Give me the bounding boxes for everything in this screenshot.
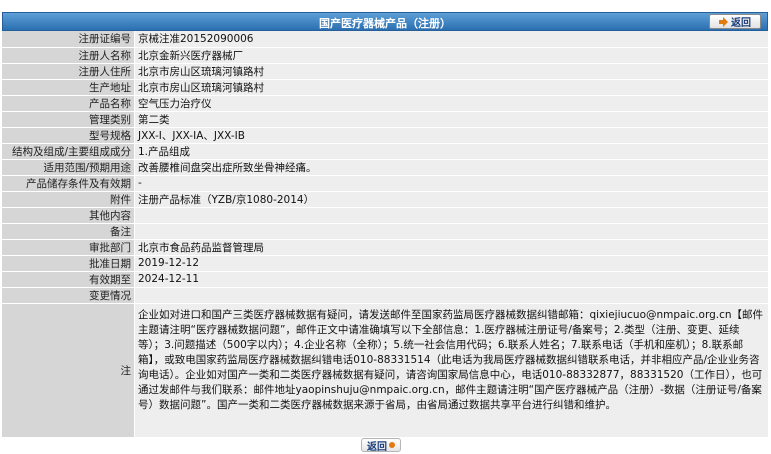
back-button-top-label: 返回 (731, 18, 751, 29)
table-row: 产品名称 空气压力治疗仪 (2, 95, 768, 112)
back-button-top[interactable]: 返回 (709, 14, 761, 29)
field-value: 北京金新兴医疗器械厂 (134, 47, 768, 64)
field-label: 管理类别 (2, 111, 135, 128)
field-label: 其他内容 (2, 207, 135, 224)
field-value: 注册产品标准（YZB/京1080-2014） (134, 191, 768, 208)
field-label: 产品名称 (2, 95, 135, 112)
table-row: 附件 注册产品标准（YZB/京1080-2014） (2, 191, 768, 208)
back-button-bottom[interactable]: 返回 (361, 438, 401, 453)
table-row: 注册人名称 北京金新兴医疗器械厂 (2, 47, 768, 64)
field-value: 北京市房山区琉璃河镇路村 (134, 63, 768, 80)
note-text: 企业如对进口和国产三类医疗器械数据有疑问，请发送邮件至国家药监局医疗器械数据纠错… (134, 303, 768, 438)
arrow-circle-icon (389, 442, 395, 448)
field-value: JXX-I、JXX-IA、JXX-IB (134, 127, 768, 144)
field-label: 审批部门 (2, 239, 135, 256)
field-label: 备注 (2, 223, 135, 240)
table-row: 管理类别 第二类 (2, 111, 768, 128)
field-label: 变更情况 (2, 287, 135, 304)
table-row: 变更情况 (2, 287, 768, 304)
field-label: 注册人名称 (2, 47, 135, 64)
table-row: 有效期至 2024-12-11 (2, 271, 768, 288)
field-label: 适用范围/预期用途 (2, 159, 135, 176)
field-value: 第二类 (134, 111, 768, 128)
arrow-right-icon (719, 16, 728, 27)
field-value: 北京市房山区琉璃河镇路村 (134, 79, 768, 96)
field-value: 1.产品组成 (134, 143, 768, 160)
back-button-bottom-label: 返回 (367, 441, 387, 453)
table-row: 注册证编号 京械注准20152090006 (2, 31, 768, 48)
field-value: 京械注准20152090006 (134, 31, 768, 48)
table-row: 生产地址 北京市房山区琉璃河镇路村 (2, 79, 768, 96)
field-label: 生产地址 (2, 79, 135, 96)
field-value (134, 287, 768, 304)
field-label: 结构及组成/主要组成成分 (2, 143, 135, 160)
header-bar: 国产医疗器械产品（注册） 返回 (2, 12, 768, 31)
field-label: 批准日期 (2, 255, 135, 272)
table-row: 产品储存条件及有效期 - (2, 175, 768, 192)
field-value: 北京市食品药品监督管理局 (134, 239, 768, 256)
field-value (134, 223, 768, 240)
field-label: 有效期至 (2, 271, 135, 288)
product-info-table: 注册证编号 京械注准20152090006 注册人名称 北京金新兴医疗器械厂 注册人住所… (2, 31, 768, 438)
field-label: 产品储存条件及有效期 (2, 175, 135, 192)
page: 国产医疗器械产品（注册） 返回 注册证编号 京械注准20152090006 注册人名… (0, 0, 771, 454)
table-row: 注册人住所 北京市房山区琉璃河镇路村 (2, 63, 768, 80)
note-row: 注 企业如对进口和国产三类医疗器械数据有疑问，请发送邮件至国家药监局医疗器械数据… (2, 303, 768, 438)
table-row: 适用范围/预期用途 改善腰椎间盘突出症所致坐骨神经痛。 (2, 159, 768, 176)
field-value (134, 207, 768, 224)
table-row: 其他内容 (2, 207, 768, 224)
page-title: 国产医疗器械产品（注册） (319, 17, 451, 30)
field-value: 空气压力治疗仪 (134, 95, 768, 112)
field-label: 附件 (2, 191, 135, 208)
field-value: - (134, 175, 768, 192)
field-label: 注册证编号 (2, 31, 135, 48)
field-label: 注册人住所 (2, 63, 135, 80)
table-row: 批准日期 2019-12-12 (2, 255, 768, 272)
field-label: 型号规格 (2, 127, 135, 144)
field-value: 2019-12-12 (134, 255, 768, 272)
table-row: 型号规格 JXX-I、JXX-IA、JXX-IB (2, 127, 768, 144)
note-label: 注 (2, 303, 135, 438)
field-value: 改善腰椎间盘突出症所致坐骨神经痛。 (134, 159, 768, 176)
table-row: 备注 (2, 223, 768, 240)
table-row: 审批部门 北京市食品药品监督管理局 (2, 239, 768, 256)
table-row: 结构及组成/主要组成成分 1.产品组成 (2, 143, 768, 160)
field-value: 2024-12-11 (134, 271, 768, 288)
